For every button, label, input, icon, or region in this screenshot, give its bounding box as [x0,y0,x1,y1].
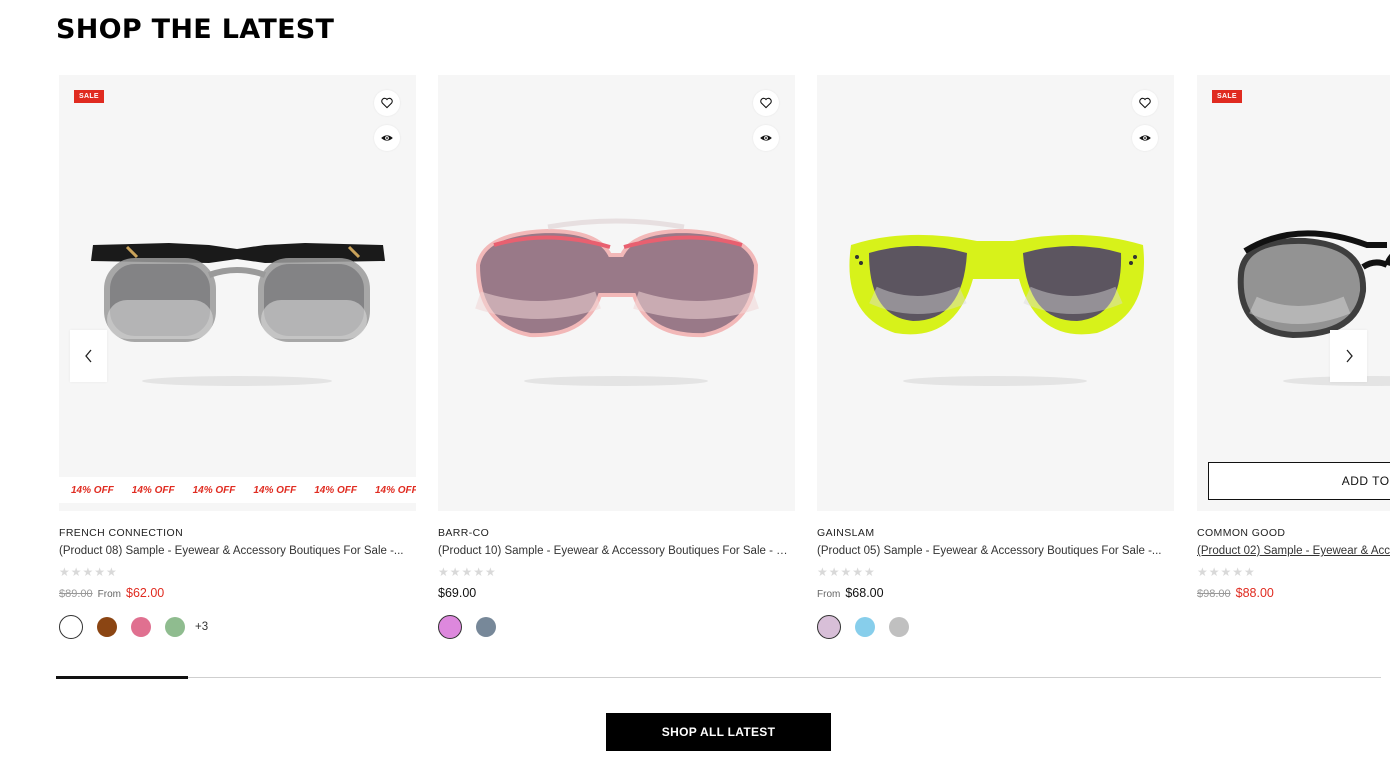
sunglasses-image-2 [475,218,759,386]
product-title[interactable]: (Product 10) Sample - Eyewear & Accessor… [438,545,795,557]
color-swatch[interactable] [97,617,117,637]
rating-stars: ★★★★★ [1197,565,1256,579]
sunglasses-image-1 [91,243,385,386]
sunglasses-image-3 [849,234,1145,386]
product-price: $89.00 From $62.00 [59,586,164,600]
color-swatch[interactable] [165,617,185,637]
product-vendor[interactable]: BARR-CO [438,527,489,539]
eye-icon[interactable] [1132,125,1158,151]
from-label: From [817,589,841,600]
discount-label: 14% OFF [253,484,297,496]
heart-icon[interactable] [1132,90,1158,116]
color-swatch[interactable] [131,617,151,637]
discount-label: 14% OFF [131,484,175,496]
add-to-cart-button[interactable]: ADD TO BAG [1208,462,1390,500]
color-swatches [438,615,496,639]
color-swatch[interactable] [476,617,496,637]
product-carousel: SALE 14% OFF 14% OFF 14% OFF 14% OFF 14%… [59,75,1390,655]
product-image[interactable] [438,75,795,511]
discount-label: 14% OFF [314,484,357,496]
color-swatch[interactable] [855,617,875,637]
product-card[interactable]: GAINSLAM (Product 05) Sample - Eyewear &… [817,75,1174,645]
color-swatch[interactable] [889,617,909,637]
carousel-prev-button[interactable] [70,330,107,382]
product-vendor[interactable]: GAINSLAM [817,527,874,539]
product-price: From $68.00 [817,586,884,600]
eye-icon[interactable] [374,125,400,151]
sale-badge: SALE [74,90,104,103]
product-price: $69.00 [438,586,476,600]
carousel-progress-track[interactable] [56,677,1381,678]
discount-label: 14% OFF [374,484,416,496]
product-title[interactable]: (Product 05) Sample - Eyewear & Accessor… [817,545,1174,557]
carousel-progress-bar[interactable] [56,676,188,679]
discount-label: 14% OFF [192,484,236,496]
color-swatch[interactable] [817,615,841,639]
regular-price: $68.00 [845,586,884,600]
regular-price: $69.00 [438,586,477,600]
sale-price: $62.00 [126,586,165,600]
heart-icon[interactable] [374,90,400,116]
product-vendor[interactable]: COMMON GOOD [1197,527,1285,539]
product-image[interactable]: SALE ADD TO BAG [1197,75,1390,511]
rating-stars: ★★★★★ [59,565,118,579]
sale-price: $88.00 [1235,586,1274,600]
product-vendor[interactable]: FRENCH CONNECTION [59,527,183,539]
heart-icon[interactable] [753,90,779,116]
product-title[interactable]: (Product 08) Sample - Eyewear & Accessor… [59,545,416,557]
discount-marquee: 14% OFF 14% OFF 14% OFF 14% OFF 14% OFF … [59,477,416,503]
product-image[interactable] [817,75,1174,511]
more-swatches[interactable]: +3 [195,621,208,633]
color-swatch[interactable] [438,615,462,639]
carousel-next-button[interactable] [1330,330,1367,382]
from-label: From [97,589,121,600]
chevron-left-icon [84,349,91,363]
chevron-right-icon [1346,349,1353,363]
sale-badge: SALE [1212,90,1242,103]
rating-stars: ★★★★★ [817,565,876,579]
section-title: SHOP THE LATEST [56,14,335,45]
color-swatches: +3 [59,615,208,639]
product-image[interactable]: SALE 14% OFF 14% OFF 14% OFF 14% OFF 14%… [59,75,416,511]
shop-all-button[interactable]: SHOP ALL LATEST [606,713,831,751]
color-swatches [817,615,909,639]
product-card[interactable]: SALE 14% OFF 14% OFF 14% OFF 14% OFF 14%… [59,75,416,645]
product-card[interactable]: BARR-CO (Product 10) Sample - Eyewear & … [438,75,795,645]
compare-price: $98.00 [1197,588,1231,600]
discount-label: 14% OFF [71,484,114,496]
product-title[interactable]: (Product 02) Sample - Eyewear & Accessor… [1197,545,1390,557]
eye-icon[interactable] [753,125,779,151]
product-price: $98.00 $88.00 [1197,586,1274,600]
color-swatch[interactable] [59,615,83,639]
compare-price: $89.00 [59,588,93,600]
rating-stars: ★★★★★ [438,565,497,579]
